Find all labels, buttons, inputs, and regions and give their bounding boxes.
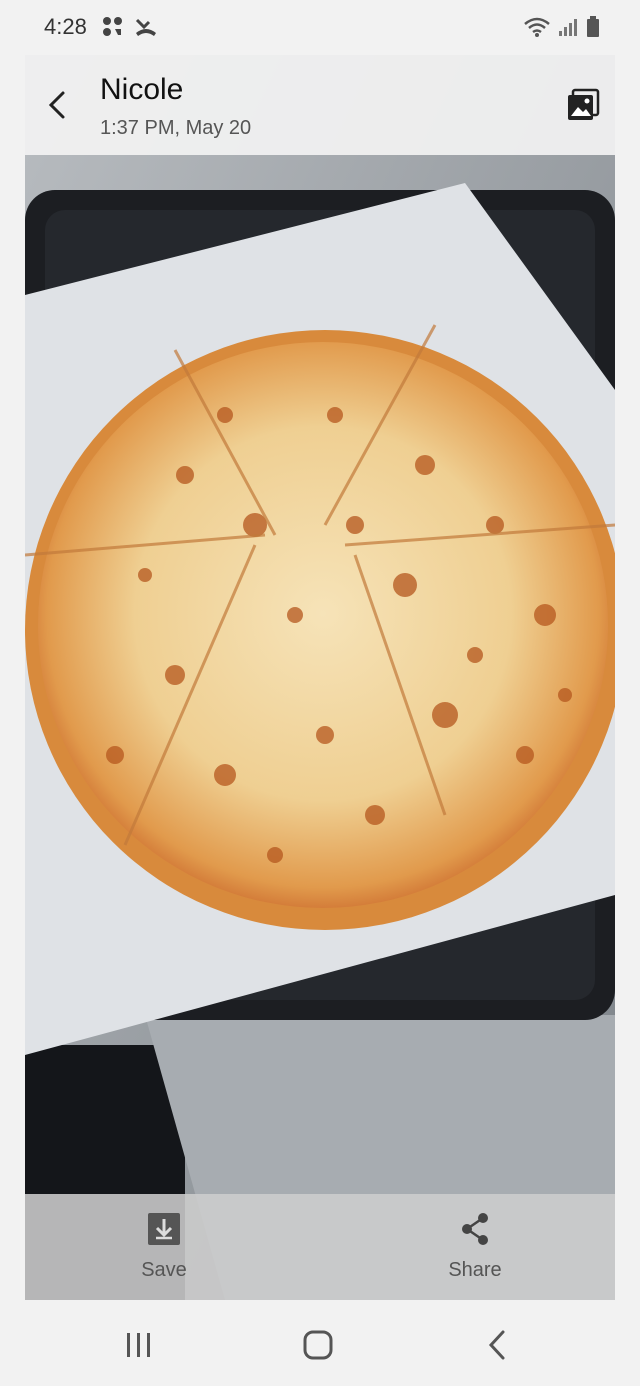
viewer-footer: Save Share bbox=[25, 1194, 615, 1300]
chevron-left-icon bbox=[48, 91, 65, 119]
battery-icon bbox=[586, 16, 600, 43]
gallery-icon bbox=[568, 88, 600, 120]
recents-icon bbox=[127, 1333, 150, 1357]
share-label: Share bbox=[448, 1259, 502, 1281]
navigation-bar bbox=[0, 1300, 640, 1386]
download-icon bbox=[148, 1213, 180, 1245]
missed-call-icon bbox=[134, 16, 158, 43]
recents-button[interactable] bbox=[119, 1328, 159, 1362]
gallery-button[interactable] bbox=[565, 87, 601, 123]
viewer-header: Nicole 1:37 PM, May 20 bbox=[25, 55, 615, 155]
wifi-icon bbox=[524, 16, 550, 43]
pizza-photo[interactable] bbox=[25, 55, 615, 1300]
share-icon bbox=[462, 1213, 488, 1245]
back-button[interactable] bbox=[39, 85, 75, 125]
home-button[interactable] bbox=[298, 1328, 338, 1362]
save-button[interactable]: Save bbox=[104, 1212, 224, 1282]
home-icon bbox=[303, 1330, 333, 1360]
share-button[interactable]: Share bbox=[415, 1212, 535, 1282]
notification-dots-icon bbox=[102, 16, 124, 43]
message-datetime: 1:37 PM, May 20 bbox=[100, 117, 252, 139]
nav-back-button[interactable] bbox=[478, 1328, 518, 1362]
sender-name: Nicole bbox=[100, 73, 184, 106]
back-icon bbox=[488, 1330, 505, 1360]
signal-icon bbox=[558, 17, 578, 42]
status-time: 4:28 bbox=[44, 14, 87, 39]
image-viewer[interactable]: Nicole 1:37 PM, May 20 Save Share bbox=[25, 55, 615, 1300]
status-left-icons bbox=[102, 16, 158, 43]
save-label: Save bbox=[141, 1259, 187, 1281]
status-right-icons bbox=[524, 16, 600, 43]
status-bar: 4:28 bbox=[0, 0, 640, 56]
